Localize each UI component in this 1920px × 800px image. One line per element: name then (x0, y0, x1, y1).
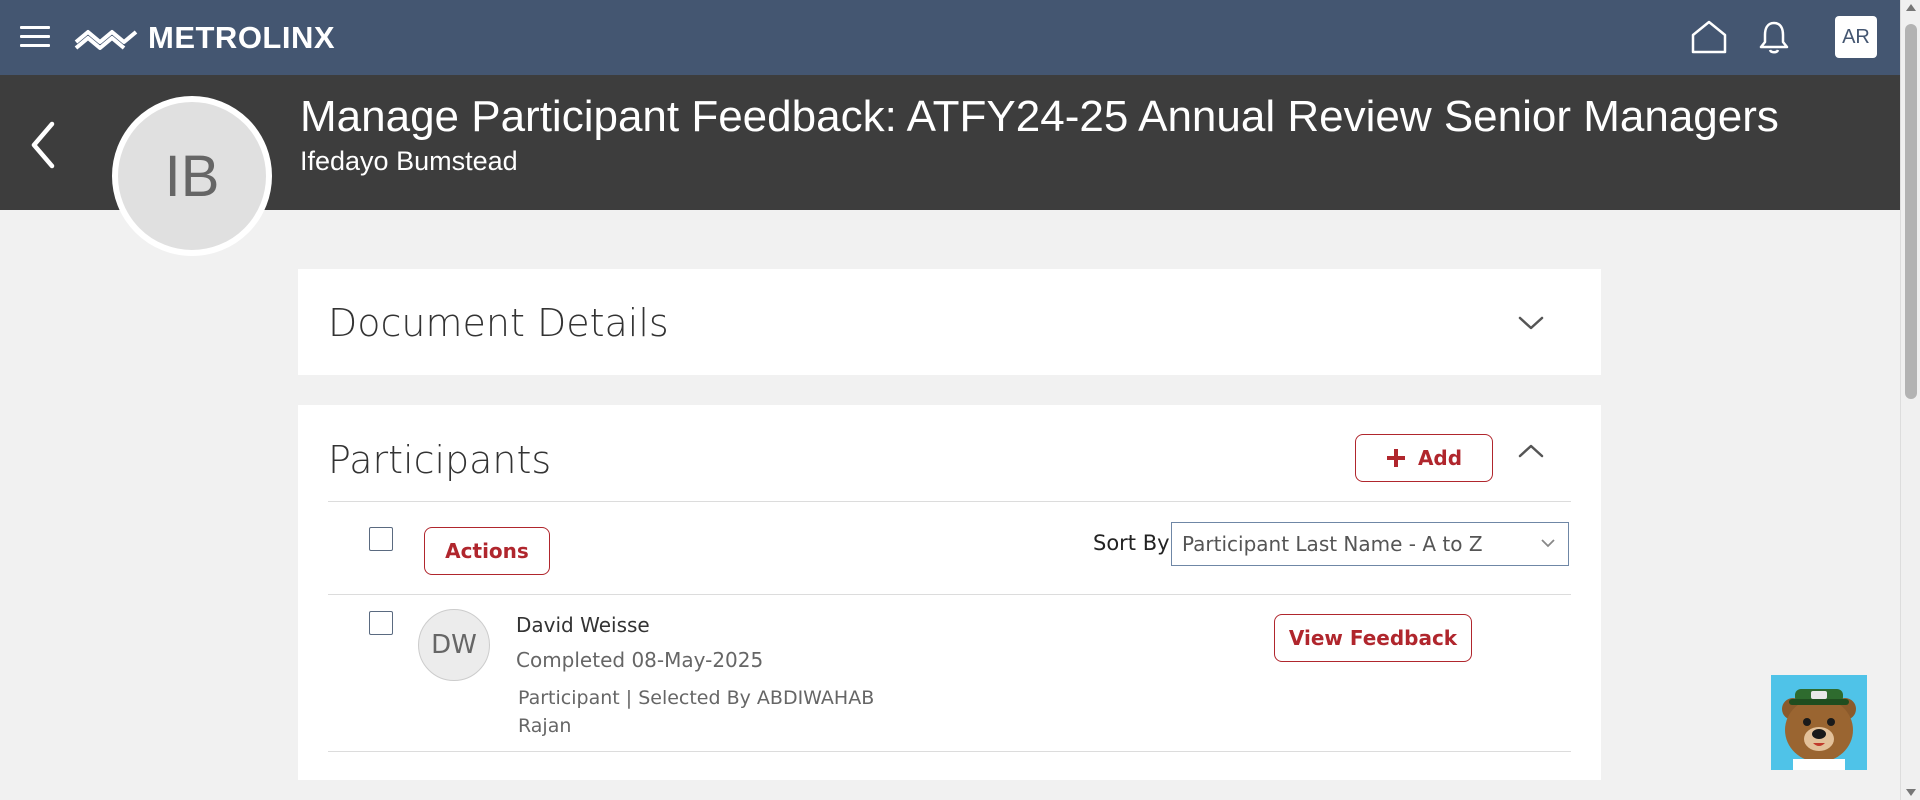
brand-name: METROLINX (148, 20, 336, 55)
select-all-checkbox[interactable] (369, 527, 393, 551)
view-feedback-button[interactable]: View Feedback (1274, 614, 1472, 662)
back-arrow-icon[interactable] (28, 120, 58, 170)
home-icon[interactable] (1690, 19, 1728, 55)
page-title: Manage Participant Feedback: ATFY24-25 A… (300, 92, 1779, 141)
sort-by-select[interactable]: Participant Last Name - A to Z (1171, 522, 1569, 566)
divider (328, 594, 1571, 595)
user-avatar-button[interactable]: AR (1835, 16, 1877, 58)
menu-icon[interactable] (20, 26, 50, 48)
participants-title: Participants (328, 438, 552, 482)
participants-card: Participants Add Actions Sort By Partici… (298, 405, 1601, 780)
document-details-card: Document Details (298, 269, 1601, 375)
bear-mascot-icon (1782, 689, 1856, 770)
page-scrollbar[interactable] (1900, 0, 1920, 800)
participant-role-line: Rajan (518, 715, 572, 737)
chevron-down-icon[interactable] (1516, 313, 1546, 333)
chevron-up-icon[interactable] (1516, 441, 1546, 461)
participant-role: Participant | Selected By ABDIWAHAB Raja… (518, 684, 898, 740)
chevron-down-icon (1541, 539, 1555, 548)
participant-avatar: DW (418, 609, 490, 681)
document-details-title: Document Details (328, 301, 669, 345)
actions-button[interactable]: Actions (424, 527, 550, 575)
metrolinx-logo[interactable]: METROLINX (74, 20, 335, 56)
participant-name: David Weisse (516, 613, 650, 637)
top-navigation-bar: METROLINX AR (0, 0, 1900, 75)
scroll-down-arrow-icon[interactable] (1906, 789, 1916, 796)
add-button-label: Add (1417, 446, 1463, 470)
participant-checkbox[interactable] (369, 611, 393, 635)
scroll-thumb[interactable] (1905, 24, 1917, 399)
page-subtitle: Ifedayo Bumstead (300, 146, 518, 176)
chat-assistant-bear-icon[interactable] (1771, 675, 1867, 770)
plus-icon (1386, 449, 1405, 467)
metrolinx-logo-mark (74, 30, 138, 50)
participant-status: Completed 08-May-2025 (516, 648, 764, 672)
sort-by-value: Participant Last Name - A to Z (1182, 532, 1483, 556)
scroll-up-arrow-icon[interactable] (1906, 4, 1916, 11)
divider (328, 751, 1571, 752)
sort-by-label: Sort By (1093, 531, 1170, 555)
participant-role-line: Participant | Selected By ABDIWAHAB (518, 687, 875, 709)
employee-avatar: IB (112, 96, 272, 256)
add-participant-button[interactable]: Add (1355, 434, 1493, 482)
divider (328, 501, 1571, 502)
bell-icon[interactable] (1758, 19, 1790, 55)
